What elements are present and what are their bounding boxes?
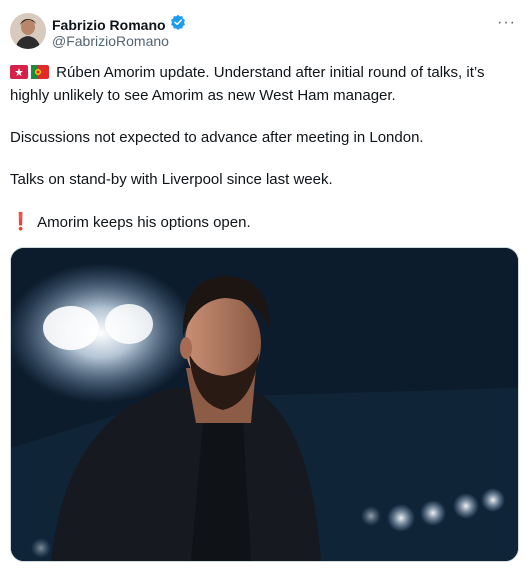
paragraph-3: Talks on stand-by with Liverpool since l… [10, 169, 515, 190]
tweet-line-3: Talks on stand-by with Liverpool since l… [10, 171, 333, 188]
paragraph-4: ❗ Amorim keeps his options open. [10, 211, 515, 233]
red-exclamation-icon: ❗ [10, 212, 32, 231]
verified-badge-icon [170, 14, 186, 35]
tweet-line-2: Discussions not expected to advance afte… [10, 129, 424, 146]
tweet-header: Fabrizio Romano @FabrizioRomano ··· [10, 12, 520, 52]
portugal-flag-icon [31, 64, 49, 85]
photo-illustration [11, 248, 518, 561]
tweet-text: Rúben Amorim update. Understand after in… [10, 62, 515, 254]
author-name[interactable]: Fabrizio Romano [52, 17, 166, 33]
paragraph-1: Rúben Amorim update. Understand after in… [10, 62, 515, 106]
tweet-line-1: Rúben Amorim update. Understand after in… [10, 64, 485, 104]
tweet-line-4: Amorim keeps his options open. [37, 214, 251, 231]
avatar[interactable] [10, 13, 46, 49]
flag-icon [10, 64, 28, 85]
tweet-photo[interactable] [10, 247, 519, 562]
more-options-icon[interactable]: ··· [497, 14, 516, 32]
paragraph-2: Discussions not expected to advance afte… [10, 127, 515, 148]
author-handle[interactable]: @FabrizioRomano [52, 33, 169, 49]
